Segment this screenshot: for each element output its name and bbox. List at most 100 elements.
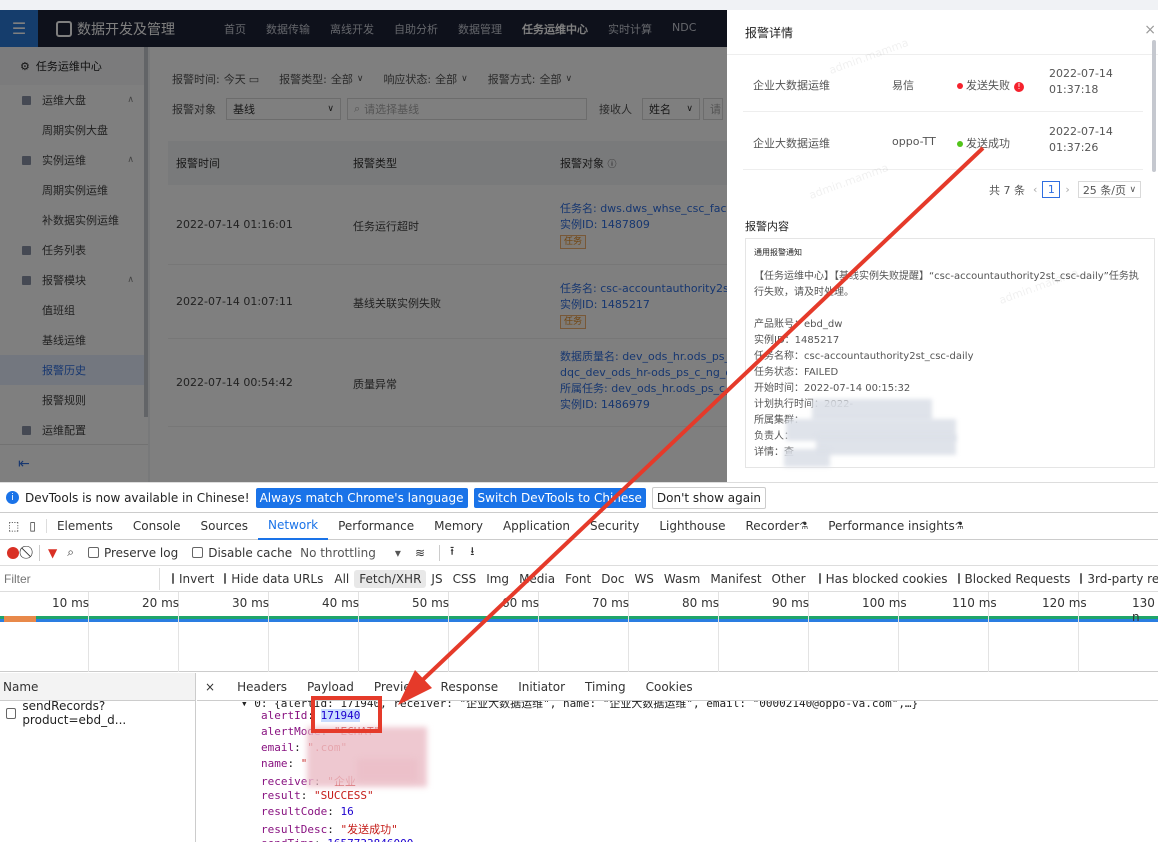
record-date: 2022-07-14	[1049, 125, 1113, 138]
type-filter-10[interactable]: Manifest	[705, 570, 766, 588]
page-size-select[interactable]: 25 条/页 ∨	[1077, 181, 1142, 198]
experiment-flask-icon: ⚗	[799, 520, 809, 532]
devtools-tab-5[interactable]: Memory	[424, 512, 493, 540]
modal-mask[interactable]	[0, 10, 727, 482]
redaction-blur	[357, 759, 417, 781]
type-filter-6[interactable]: Font	[560, 570, 596, 588]
json-property[interactable]: resultDesc: "发送成功"	[261, 821, 398, 837]
devtools-tab-label: Lighthouse	[659, 519, 726, 533]
timeline-tick-label: 50 ms	[412, 596, 450, 610]
throttling-value: No throttling	[300, 545, 376, 560]
json-property[interactable]: sendTime: 1657733846000	[261, 837, 413, 842]
prev-page-icon[interactable]: ‹	[1033, 183, 1037, 196]
devtools-tab-8[interactable]: Lighthouse	[649, 512, 735, 540]
type-filter-0[interactable]: All	[329, 570, 354, 588]
blocked-cookies-checkbox[interactable]	[818, 573, 821, 584]
switch-chinese-button[interactable]: Switch DevTools to Chinese	[473, 487, 646, 508]
record-date: 2022-07-14	[1049, 67, 1113, 80]
detail-tab-6[interactable]: Cookies	[636, 680, 703, 694]
detail-tab-3[interactable]: Response	[431, 680, 509, 694]
json-colon: :	[314, 837, 327, 842]
throttling-select[interactable]: No throttling ▾	[300, 546, 401, 560]
download-icon[interactable]: ⭳	[470, 542, 474, 563]
filter-icon[interactable]: ▼	[48, 546, 57, 560]
detail-tab-1[interactable]: Payload	[297, 680, 364, 694]
type-filter-3[interactable]: CSS	[448, 570, 482, 588]
record-icon[interactable]	[7, 546, 19, 559]
content-line: 实例ID：1485217	[754, 335, 840, 346]
type-filter-1[interactable]: Fetch/XHR	[354, 569, 427, 588]
error-circle-icon[interactable]: !	[1014, 82, 1024, 92]
detail-tab-2[interactable]: Preview	[364, 680, 431, 694]
json-colon: :	[287, 757, 301, 770]
disable-cache-checkbox[interactable]	[192, 547, 204, 558]
detail-tab-4[interactable]: Initiator	[508, 680, 575, 694]
request-row[interactable]: sendRecords?product=ebd_d...	[0, 699, 195, 727]
json-value: 171940	[320, 709, 361, 722]
third-party-checkbox[interactable]	[1080, 573, 1083, 584]
record-status-text: 发送成功	[966, 137, 1010, 150]
type-filter-8[interactable]: WS	[629, 570, 658, 588]
devtools-tab-6[interactable]: Application	[493, 512, 580, 540]
close-icon[interactable]: ×	[197, 680, 227, 694]
experiment-flask-icon: ⚗	[954, 520, 964, 532]
json-property[interactable]: alertId: 171940	[261, 709, 361, 722]
detail-tab-0[interactable]: Headers	[227, 680, 297, 694]
timeline-tick-label: 10 ms	[52, 596, 90, 610]
invert-checkbox[interactable]	[172, 573, 174, 584]
search-icon[interactable]: ⌕	[67, 545, 74, 560]
json-colon: :	[300, 789, 314, 802]
close-icon[interactable]: ×	[1144, 22, 1156, 38]
json-property[interactable]: name: "	[261, 757, 307, 770]
preserve-log-checkbox[interactable]	[87, 547, 99, 558]
type-filter-2[interactable]: JS	[426, 570, 447, 588]
devtools-tab-7[interactable]: Security	[580, 512, 649, 540]
next-page-icon[interactable]: ›	[1065, 183, 1069, 196]
devtools-tab-1[interactable]: Console	[123, 512, 191, 540]
alarm-content-box: 通用报警通知 【任务运维中心】【基线实例失败提醒】“csc-accountauth…	[745, 238, 1155, 468]
network-timeline[interactable]: 10 ms 20 ms 30 ms 40 ms 50 ms 60 ms 70 ms 80 ms…	[0, 592, 1158, 672]
blocked-cookies-label: Has blocked cookies	[825, 571, 948, 586]
dont-show-again-button[interactable]: Don't show again	[651, 486, 767, 509]
devtools-tab-4[interactable]: Performance	[328, 512, 424, 540]
type-filter-9[interactable]: Wasm	[659, 570, 705, 588]
filter-input[interactable]	[0, 567, 160, 590]
json-key: name	[261, 757, 288, 770]
network-toolbar: ⃠ ▼ ⌕ Preserve log Disable cache No thro…	[0, 540, 1158, 566]
type-filter-4[interactable]: Img	[481, 570, 514, 588]
request-detail-tabs: × Headers Payload Preview Response Initiator…	[197, 673, 1158, 701]
json-colon: :	[307, 709, 321, 722]
timeline-tick-label: 130 n	[1132, 596, 1155, 624]
blocked-requests-checkbox[interactable]	[957, 573, 960, 584]
page-size-value: 25 条/页	[1082, 183, 1127, 197]
json-property[interactable]: resultCode: 16	[261, 805, 354, 818]
devtools-tab-0[interactable]: Elements	[47, 512, 123, 540]
detail-tab-5[interactable]: Timing	[575, 680, 636, 694]
devtools-tab-2[interactable]: Sources	[191, 512, 258, 540]
content-line: 开始时间：2022-07-14 00:15:32	[754, 383, 911, 394]
content-line: 产品账号：ebd_dw	[754, 319, 843, 330]
devtools-tab-3[interactable]: Network	[258, 512, 329, 540]
devtools-tab-label: Security	[590, 519, 640, 533]
json-key: sendTime	[261, 837, 314, 842]
hide-data-urls-checkbox[interactable]	[224, 573, 227, 584]
upload-icon[interactable]: ⭱	[450, 542, 454, 563]
devtools-tab-9[interactable]: Recorder ⚗	[735, 512, 818, 540]
page-1-button[interactable]: 1	[1042, 181, 1061, 198]
match-language-button[interactable]: Always match Chrome's language	[255, 487, 468, 508]
type-filter-5[interactable]: Media	[514, 570, 560, 588]
json-property[interactable]: result: "SUCCESS"	[261, 789, 374, 802]
request-list-header[interactable]: Name	[0, 673, 195, 701]
redaction-blur	[816, 435, 956, 455]
record-status: 发送失败!	[957, 77, 1024, 93]
drawer-scrollbar[interactable]	[1152, 40, 1156, 172]
devtools-tab-10[interactable]: Performance insights ⚗	[818, 512, 974, 540]
request-list: Name sendRecords?product=ebd_d...	[0, 673, 196, 842]
inspect-icon[interactable]: ⬚	[0, 519, 25, 533]
redaction-blur	[812, 399, 932, 421]
type-filter-7[interactable]: Doc	[596, 570, 629, 588]
device-toolbar-icon[interactable]: ▯	[25, 519, 47, 533]
devtools-tab-label: Memory	[434, 519, 483, 533]
type-filter-11[interactable]: Other	[767, 570, 811, 588]
wifi-icon[interactable]: ≋	[415, 546, 425, 560]
